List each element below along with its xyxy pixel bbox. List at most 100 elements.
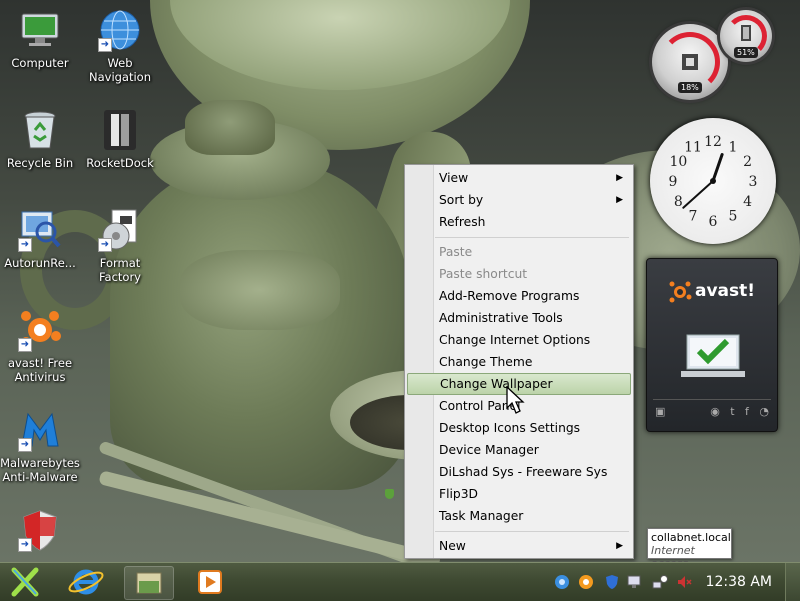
menu-item-label: Add-Remove Programs — [439, 289, 580, 303]
menu-item-dilshad-sys[interactable]: DiLshad Sys - Freeware Sys — [407, 461, 631, 483]
desktop-icon-label: Computer — [11, 56, 69, 70]
desktop-icon-computer[interactable]: Computer — [0, 8, 80, 70]
menu-item-add-remove-programs[interactable]: Add-Remove Programs — [407, 285, 631, 307]
avast-footer: ▣ ◉ t f ◔ — [655, 405, 769, 418]
twitter-icon[interactable]: t — [730, 405, 734, 418]
computer-tray-icon[interactable] — [626, 574, 642, 590]
menu-item-label: DiLshad Sys - Freeware Sys — [439, 465, 608, 479]
cpu-meter-gadget[interactable]: 18% — [652, 24, 728, 100]
desktop-icon-shield[interactable]: ➜ — [0, 508, 80, 556]
show-desktop-button[interactable] — [785, 563, 800, 601]
rocketdock-icon — [98, 108, 142, 152]
menu-item-label: Flip3D — [439, 487, 479, 501]
memory-icon — [741, 25, 751, 41]
network-tooltip: collabnet.local Internet access — [647, 528, 732, 570]
desktop-icon-rocketdock[interactable]: RocketDock — [80, 108, 160, 170]
menu-item-view[interactable]: View ▶ — [407, 167, 631, 189]
volume-muted-icon[interactable] — [676, 574, 692, 590]
start-x-icon — [11, 567, 39, 597]
desktop-context-menu: View ▶ Sort by ▶ Refresh Paste Paste short… — [385, 164, 634, 559]
clock-numeral: 10 — [669, 154, 687, 170]
wallpaper-dragon-relief — [180, 250, 340, 330]
desktop-icon-avast[interactable]: ➜ avast! Free Antivirus — [0, 308, 80, 384]
clock-minute-hand — [682, 180, 714, 209]
clock-numeral: 11 — [684, 139, 702, 155]
format-factory-icon: ➜ — [98, 208, 142, 252]
clock-numeral: 2 — [743, 154, 752, 170]
menu-item-label: Sort by — [439, 193, 484, 207]
submenu-arrow-icon: ▶ — [616, 541, 623, 551]
facebook-icon[interactable]: f — [745, 405, 749, 418]
shortcut-arrow-icon: ➜ — [18, 438, 32, 452]
desktop-icon-recycle-bin[interactable]: Recycle Bin — [0, 108, 80, 170]
taskbar-internet-explorer[interactable] — [62, 566, 110, 598]
menu-item-label: Desktop Icons Settings — [439, 421, 581, 435]
clock-gadget[interactable]: 12 1 2 3 4 5 6 7 8 9 10 11 — [650, 118, 776, 244]
internet-explorer-icon — [68, 569, 104, 595]
start-button[interactable] — [2, 566, 48, 598]
menu-item-label: Change Wallpaper — [440, 377, 553, 391]
network-icon[interactable] — [652, 574, 668, 590]
taskbar-media-player[interactable] — [186, 566, 234, 598]
rss-icon[interactable]: ◔ — [759, 405, 769, 418]
clock-numeral: 12 — [704, 134, 722, 150]
orange-circle-icon[interactable] — [578, 574, 594, 590]
clock-hour-hand — [711, 153, 724, 183]
submenu-arrow-icon: ▶ — [616, 195, 623, 205]
wallpaper-lid-knob — [185, 100, 275, 155]
submenu-arrow-icon: ▶ — [616, 173, 623, 183]
avast-divider — [653, 399, 771, 400]
menu-item-label: Device Manager — [439, 443, 539, 457]
taskbar-clock[interactable]: 12:38 AM — [706, 574, 772, 590]
check-icon — [681, 334, 745, 377]
menu-item-flip3d[interactable]: Flip3D — [385, 483, 631, 505]
menu-item-device-manager[interactable]: Device Manager — [407, 439, 631, 461]
cpu-percent: 18% — [678, 82, 702, 93]
desktop-icon-label: Format Factory — [98, 256, 141, 284]
desktop-icon-autorun[interactable]: ➜ AutorunRe... — [0, 208, 80, 270]
media-player-icon — [198, 570, 222, 594]
clock-numeral: 3 — [749, 174, 758, 190]
menu-item-desktop-icons-settings[interactable]: Desktop Icons Settings — [407, 417, 631, 439]
clock-center — [710, 178, 716, 184]
avast-gadget[interactable]: avast! ▣ ◉ t f ◔ — [646, 258, 778, 432]
menu-item-administrative-tools[interactable]: Administrative Tools — [407, 307, 631, 329]
shield-icon — [385, 489, 394, 499]
desktop-icon-malwarebytes[interactable]: ➜ Malwarebytes Anti-Malware — [0, 408, 80, 484]
desktop-icon-label: AutorunRe... — [4, 256, 76, 270]
menu-item-refresh[interactable]: Refresh — [407, 211, 631, 233]
clock-numeral: 9 — [669, 174, 678, 190]
globe-icon[interactable]: ◉ — [710, 405, 720, 418]
shortcut-arrow-icon: ➜ — [98, 38, 112, 52]
memory-meter-gadget[interactable]: 51% — [720, 10, 772, 62]
desktop-icon-web-navigation[interactable]: ➜ Web Navigation — [80, 8, 160, 84]
menu-item-change-internet-options[interactable]: Change Internet Options — [407, 329, 631, 351]
blue-circle-icon[interactable] — [554, 574, 570, 590]
menu-item-label: Paste shortcut — [439, 267, 528, 281]
clock-numeral: 5 — [729, 209, 738, 225]
shortcut-arrow-icon: ➜ — [18, 238, 32, 252]
menu-item-sort-by[interactable]: Sort by ▶ — [407, 189, 631, 211]
avast-brand: avast! — [695, 281, 756, 301]
desktop-icon-label: Web Navigation — [88, 56, 152, 84]
avast-icon: ➜ — [18, 308, 62, 352]
menu-item-label: Refresh — [439, 215, 486, 229]
menu-item-task-manager[interactable]: Task Manager — [407, 505, 631, 527]
menu-item-label: Change Internet Options — [439, 333, 591, 347]
menu-separator — [435, 237, 629, 238]
menu-item-change-theme[interactable]: Change Theme — [407, 351, 631, 373]
taskbar-folder[interactable] — [124, 566, 174, 600]
chip-icon — [682, 54, 698, 70]
clock-numeral: 8 — [674, 194, 683, 210]
menu-item-new[interactable]: New ▶ — [407, 535, 631, 557]
desktop-icon-label: RocketDock — [86, 156, 154, 170]
clock-face: 12 12 3 45678 9 1011 — [669, 134, 758, 230]
clock-numeral: 4 — [743, 194, 752, 210]
globe-icon: ➜ — [98, 8, 142, 52]
shield-tray-icon[interactable] — [604, 574, 620, 590]
window-icon[interactable]: ▣ — [655, 405, 665, 418]
folder-icon — [136, 572, 162, 594]
desktop-icon-format-factory[interactable]: ➜ Format Factory — [80, 208, 160, 284]
shortcut-arrow-icon: ➜ — [18, 338, 32, 352]
menu-item-label: View — [439, 171, 469, 185]
